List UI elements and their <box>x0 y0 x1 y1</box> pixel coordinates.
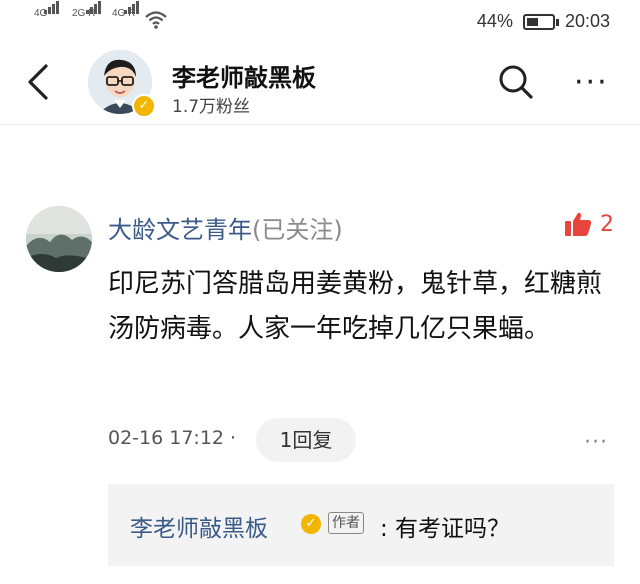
follower-count: 1.7万粉丝 <box>172 97 251 117</box>
landscape-ink-avatar <box>26 206 92 272</box>
reply-preview[interactable]: 李老师敲黑板 ✓ 作者 : 有考证吗？ <box>108 484 614 566</box>
comment-more-icon[interactable]: ··· <box>584 430 608 455</box>
commenter-line: 大龄文艺青年(已关注) <box>108 210 343 245</box>
battery-percent: 44% <box>476 11 513 31</box>
reply-verified-badge-icon: ✓ <box>301 514 321 534</box>
more-options-icon[interactable]: ··· <box>574 68 609 98</box>
comment-timestamp: 02-16 17:12 · <box>108 427 237 449</box>
battery-icon <box>522 13 559 30</box>
commenter-name[interactable]: 大龄文艺青年 <box>108 216 252 244</box>
reply-text: : 有考证吗？ <box>380 516 511 542</box>
verified-badge-icon: ✓ <box>132 94 156 118</box>
reply-count-button[interactable]: 1回复 <box>256 418 356 462</box>
status-bar: 4G 2G R 4G R 44% 20:03 <box>0 0 640 44</box>
author-tag: 作者 <box>328 512 364 534</box>
reply-author-name[interactable]: 李老师敲黑板 <box>130 509 268 543</box>
status-right: 44% 20:03 <box>477 11 610 32</box>
follow-status: (已关注) <box>252 216 343 244</box>
back-icon[interactable] <box>22 62 58 102</box>
commenter-avatar[interactable] <box>26 206 92 272</box>
clock: 20:03 <box>564 11 610 31</box>
wifi-icon <box>145 11 167 29</box>
account-name[interactable]: 李老师敲黑板 <box>172 58 316 93</box>
like-count: 2 <box>600 211 614 237</box>
profile-header: ✓ 李老师敲黑板 1.7万粉丝 ··· <box>0 44 640 125</box>
comment-text: 印尼苏门答腊岛用姜黄粉，鬼针草，红糖煎汤防病毒。人家一年吃掉几亿只果蝠。 <box>108 269 603 344</box>
like-button[interactable]: 2 <box>564 211 614 237</box>
battery-fill <box>526 17 538 26</box>
thumbs-up-icon <box>565 212 592 236</box>
search-icon[interactable] <box>496 62 536 102</box>
